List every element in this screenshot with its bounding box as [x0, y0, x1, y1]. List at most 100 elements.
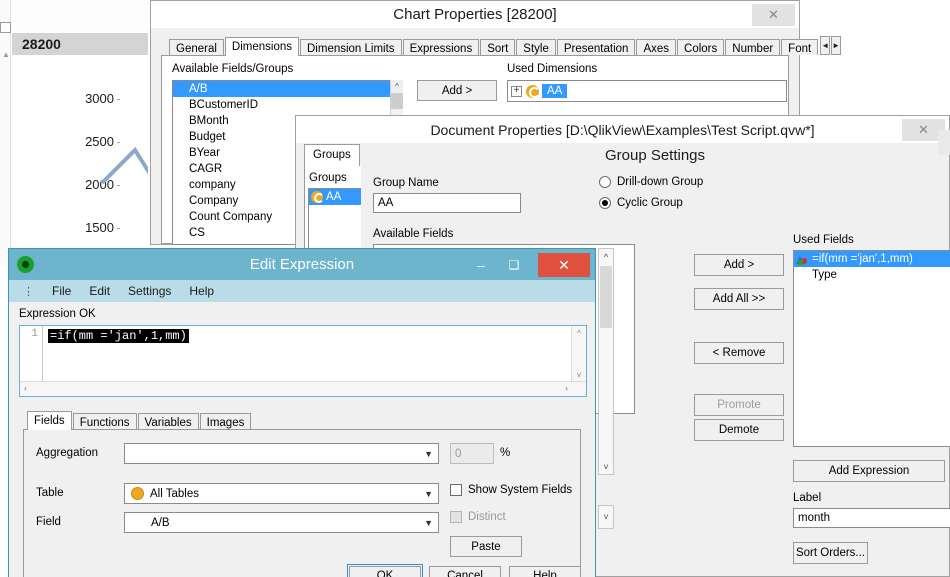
- used-field-item[interactable]: Type: [794, 267, 950, 283]
- cyclic-group-radio-row[interactable]: Cyclic Group: [599, 197, 683, 209]
- outer-vertical-scrollbar[interactable]: ^ ˅: [598, 248, 614, 475]
- available-fields-label: Available Fields: [373, 228, 454, 240]
- group-name-input[interactable]: AA: [373, 193, 521, 213]
- drilldown-group-radio[interactable]: [599, 176, 611, 188]
- tab-images[interactable]: Images: [199, 413, 252, 429]
- edit-expression-menubar: ⋮ File Edit Settings Help: [9, 280, 595, 302]
- promote-button[interactable]: Promote: [694, 394, 784, 416]
- tab-functions[interactable]: Functions: [72, 413, 137, 429]
- document-properties-titlebar[interactable]: Document Properties [D:\QlikView\Example…: [296, 116, 949, 143]
- show-system-fields-row[interactable]: Show System Fields: [450, 484, 572, 496]
- tab-axes[interactable]: Axes: [636, 39, 677, 55]
- remove-field-button[interactable]: < Remove: [694, 342, 784, 364]
- tab-number[interactable]: Number: [725, 39, 781, 55]
- ok-button[interactable]: OK: [347, 564, 423, 577]
- tab-variables[interactable]: Variables: [137, 413, 199, 429]
- percent-input[interactable]: 0: [450, 443, 494, 464]
- tab-dimensions[interactable]: Dimensions: [224, 37, 299, 56]
- chart-properties-title: Chart Properties [28200]: [393, 6, 557, 23]
- scroll-up-arrow-icon[interactable]: ^: [599, 249, 613, 264]
- used-fields-list[interactable]: =if(mm ='jan',1,mm) Type: [793, 250, 950, 447]
- tab-general[interactable]: General: [169, 39, 224, 55]
- minimize-icon[interactable]: –: [468, 254, 494, 276]
- list-item[interactable]: BCustomerID: [173, 97, 401, 113]
- scroll-down-arrow-icon[interactable]: ˅: [598, 505, 614, 529]
- scroll-up-arrow-icon[interactable]: ^: [391, 80, 403, 93]
- chart-plot-area: 3000 2500 2000 1500 1000: [12, 55, 148, 278]
- left-gutter: [0, 0, 11, 265]
- used-dimensions-list[interactable]: + AA: [507, 80, 787, 102]
- used-field-label: =if(mm ='jan',1,mm): [812, 253, 913, 265]
- cancel-button[interactable]: Cancel: [429, 566, 501, 577]
- close-icon[interactable]: ✕: [538, 253, 590, 277]
- distinct-checkbox[interactable]: [450, 511, 462, 523]
- tab-fields[interactable]: Fields: [27, 411, 72, 430]
- tab-groups[interactable]: Groups: [304, 144, 360, 166]
- chart-properties-titlebar[interactable]: Chart Properties [28200] ✕: [151, 1, 799, 28]
- tabstrip-scroll-left-icon[interactable]: ◄: [820, 36, 831, 55]
- show-system-fields-checkbox[interactable]: [450, 484, 462, 496]
- scroll-up-arrow-icon[interactable]: ^: [572, 326, 586, 340]
- expand-icon[interactable]: +: [511, 85, 522, 97]
- tab-expressions[interactable]: Expressions: [402, 39, 480, 55]
- document-scrollbar-fragment[interactable]: [938, 130, 950, 155]
- editor-horizontal-scrollbar[interactable]: ‹ ›: [20, 381, 586, 396]
- help-button[interactable]: Help: [509, 566, 581, 577]
- window-restore-icon[interactable]: [0, 22, 11, 33]
- chart-line-series: [100, 146, 148, 185]
- close-icon[interactable]: ✕: [752, 4, 795, 26]
- chevron-down-icon[interactable]: ▼: [424, 489, 433, 499]
- tab-dimension-limits[interactable]: Dimension Limits: [300, 39, 402, 55]
- expression-text[interactable]: =if(mm ='jan',1,mm): [48, 329, 189, 343]
- table-select[interactable]: All Tables ▼: [124, 483, 439, 504]
- list-item[interactable]: A/B: [173, 81, 401, 97]
- show-system-fields-label: Show System Fields: [468, 484, 573, 496]
- scrollbar-thumb[interactable]: [600, 266, 612, 328]
- maximize-icon[interactable]: ❑: [501, 254, 527, 276]
- chart-properties-tabstrip: General Dimensions Dimension Limits Expr…: [161, 35, 842, 56]
- menu-settings[interactable]: Settings: [128, 284, 171, 298]
- tabstrip-scroll-right-icon[interactable]: ►: [831, 36, 842, 55]
- scroll-down-arrow-icon[interactable]: ˅: [572, 368, 586, 382]
- chevron-down-icon[interactable]: ▼: [424, 518, 433, 528]
- tab-sort[interactable]: Sort: [480, 39, 516, 55]
- tab-presentation[interactable]: Presentation: [556, 39, 636, 55]
- field-label: Field: [36, 516, 61, 528]
- scroll-up-arrow[interactable]: ▲: [2, 50, 10, 59]
- sort-orders-button[interactable]: Sort Orders...: [793, 542, 868, 564]
- menu-help[interactable]: Help: [189, 284, 214, 298]
- scroll-right-arrow-icon[interactable]: ›: [565, 383, 568, 393]
- add-expression-button[interactable]: Add Expression: [793, 460, 945, 482]
- aggregation-label: Aggregation: [36, 447, 99, 459]
- add-dimension-button[interactable]: Add >: [417, 80, 497, 101]
- menu-edit[interactable]: Edit: [89, 284, 110, 298]
- add-field-button[interactable]: Add >: [694, 254, 784, 276]
- paste-button[interactable]: Paste: [450, 536, 522, 557]
- expression-editor[interactable]: 1 =if(mm ='jan',1,mm) ^ ˅ ‹ ›: [19, 325, 587, 397]
- aggregation-select[interactable]: ▼: [124, 443, 439, 464]
- used-field-item[interactable]: =if(mm ='jan',1,mm): [794, 251, 950, 267]
- tab-colors[interactable]: Colors: [677, 39, 725, 55]
- cyclic-group-radio[interactable]: [599, 197, 611, 209]
- field-value: A/B: [151, 516, 170, 529]
- editor-vertical-scrollbar[interactable]: ^ ˅: [571, 326, 586, 382]
- tab-font[interactable]: Font: [781, 39, 819, 55]
- add-all-fields-button[interactable]: Add All >>: [694, 288, 784, 310]
- used-dimension-label[interactable]: AA: [542, 84, 568, 98]
- scroll-left-arrow-icon[interactable]: ‹: [24, 383, 27, 393]
- scroll-down-arrow-icon[interactable]: ˅: [599, 459, 613, 474]
- tab-style[interactable]: Style: [516, 39, 556, 55]
- used-dimensions-label: Used Dimensions: [507, 63, 598, 75]
- qlikview-icon: [17, 256, 34, 273]
- group-list-item[interactable]: AA: [309, 189, 361, 205]
- label-input[interactable]: month: [793, 508, 950, 528]
- drilldown-group-radio-row[interactable]: Drill-down Group: [599, 176, 703, 188]
- chevron-down-icon[interactable]: ▼: [424, 449, 433, 459]
- menu-file[interactable]: File: [52, 284, 71, 298]
- edit-expression-titlebar[interactable]: Edit Expression – ❑ ✕: [9, 249, 595, 280]
- scrollbar-thumb[interactable]: [391, 93, 403, 109]
- distinct-row[interactable]: Distinct: [450, 511, 506, 523]
- groups-list-label: Groups: [309, 172, 347, 184]
- field-select[interactable]: A/B ▼: [124, 512, 439, 533]
- demote-button[interactable]: Demote: [694, 419, 784, 441]
